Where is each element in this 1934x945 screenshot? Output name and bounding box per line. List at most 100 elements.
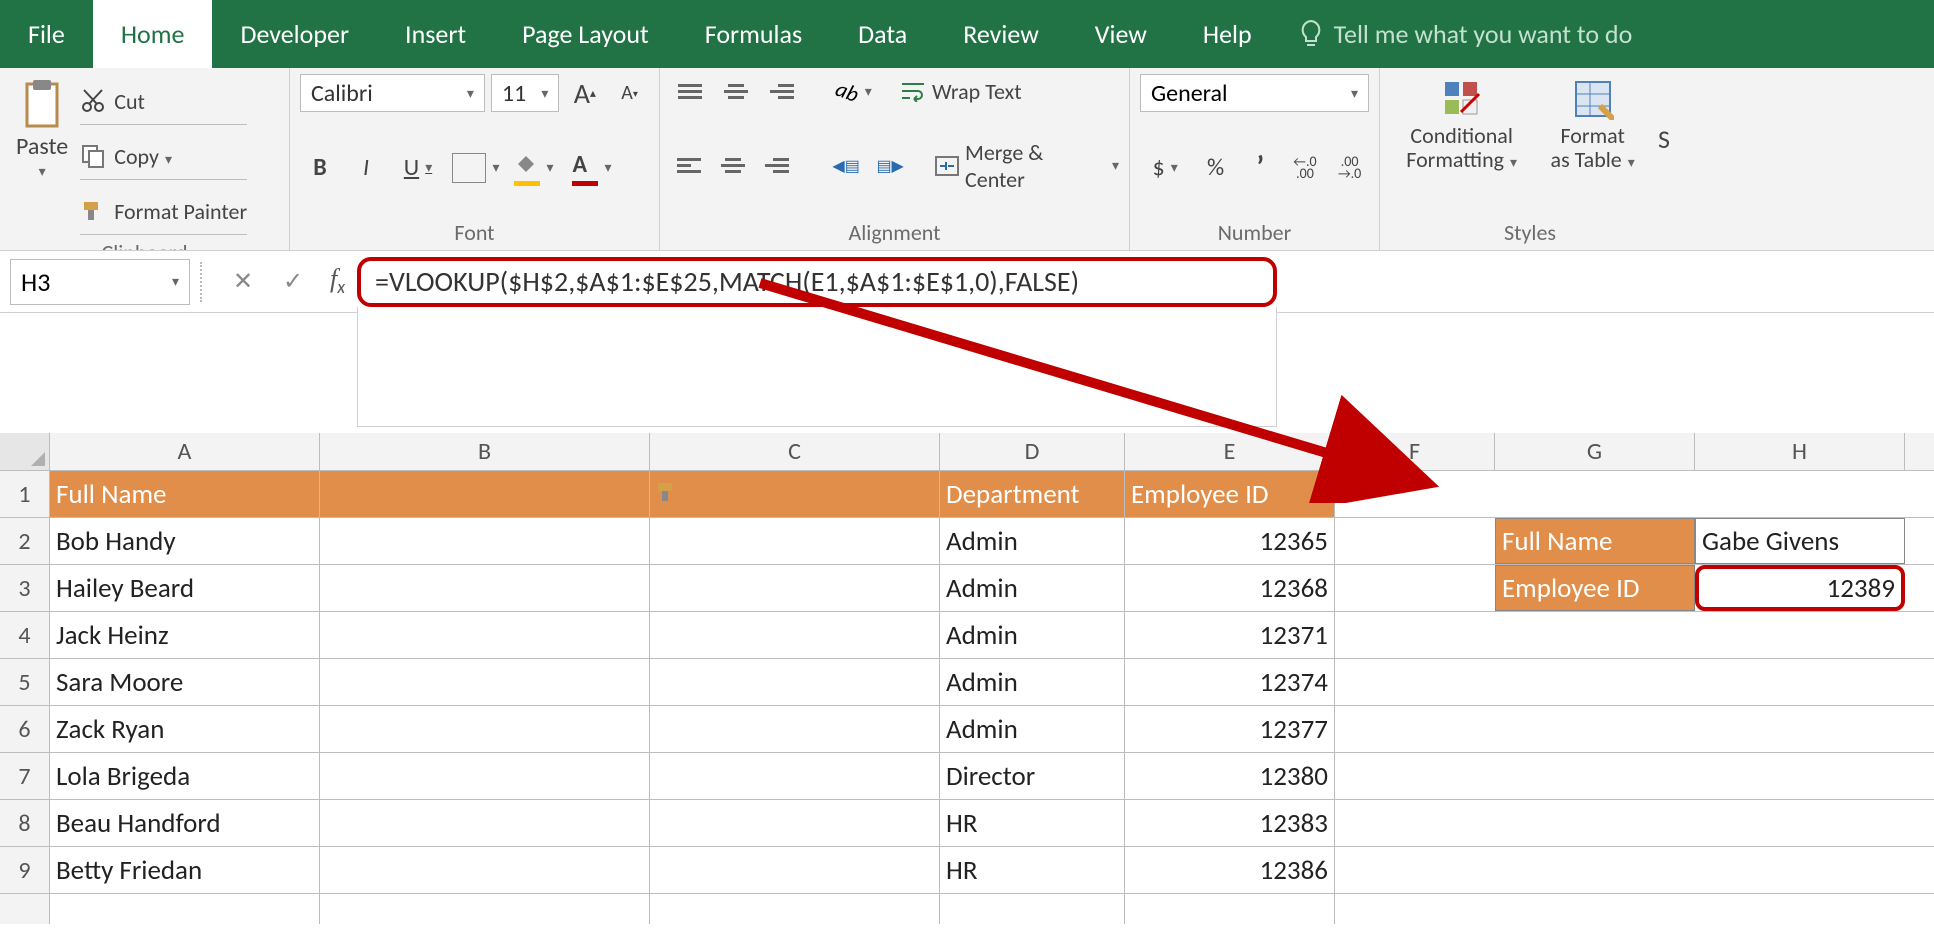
cell-E2[interactable]: 12365 [1125, 518, 1335, 564]
cell-D1[interactable]: Department [940, 471, 1125, 517]
cell-H4[interactable] [1695, 612, 1905, 658]
wrap-text-button[interactable]: Wrap Text [900, 74, 1022, 108]
cell-E4[interactable]: 12371 [1125, 612, 1335, 658]
cell-D8[interactable]: HR [940, 800, 1125, 846]
row-header[interactable]: 8 [0, 800, 50, 846]
cell-D2[interactable]: Admin [940, 518, 1125, 564]
fx-icon[interactable]: fx [330, 264, 345, 298]
decrease-indent-button[interactable]: ◀▤ [827, 149, 865, 183]
tab-data[interactable]: Data [830, 0, 935, 68]
row-header[interactable]: 2 [0, 518, 50, 564]
cell-H5[interactable] [1695, 659, 1905, 705]
cell-E8[interactable]: 12383 [1125, 800, 1335, 846]
align-left-button[interactable] [670, 149, 708, 183]
cell-F6[interactable] [1335, 706, 1495, 752]
cell-F2[interactable] [1335, 518, 1495, 564]
cell-D5[interactable]: Admin [940, 659, 1125, 705]
cell-G2[interactable]: Full Name [1495, 518, 1695, 564]
cell-F8[interactable] [1335, 800, 1495, 846]
cell-E5[interactable]: 12374 [1125, 659, 1335, 705]
row-header[interactable] [0, 894, 50, 924]
select-all-button[interactable] [0, 433, 50, 470]
tab-help[interactable]: Help [1175, 0, 1280, 68]
cell-F9[interactable] [1335, 847, 1495, 893]
increase-decimal-button[interactable]: ←.0.00 [1286, 149, 1325, 187]
align-middle-button[interactable] [716, 74, 756, 108]
tab-insert[interactable]: Insert [377, 0, 494, 68]
borders-button[interactable] [450, 149, 502, 187]
decrease-font-button[interactable]: A▾ [610, 74, 649, 112]
cell-B2[interactable] [320, 518, 650, 564]
decrease-decimal-button[interactable]: .00→.0 [1330, 149, 1369, 187]
cell-E1[interactable]: Employee ID [1125, 471, 1335, 517]
cell-B4[interactable] [320, 612, 650, 658]
dropdown-icon[interactable]: ▾ [172, 273, 179, 290]
col-header-C[interactable]: C [650, 433, 940, 470]
cell-C8[interactable] [650, 800, 940, 846]
cell[interactable] [1695, 894, 1905, 924]
cell-A5[interactable]: Sara Moore [50, 659, 320, 705]
cell-F1[interactable] [1335, 471, 1495, 517]
cell-G3[interactable]: Employee ID [1495, 565, 1695, 611]
cell-C7[interactable] [650, 753, 940, 799]
cell-F3[interactable] [1335, 565, 1495, 611]
increase-indent-button[interactable]: ▤▶ [871, 149, 909, 183]
cell-G1[interactable] [1495, 471, 1695, 517]
cell-F7[interactable] [1335, 753, 1495, 799]
cell-H9[interactable] [1695, 847, 1905, 893]
cell-E7[interactable]: 12380 [1125, 753, 1335, 799]
italic-button[interactable]: I [346, 149, 386, 187]
row-header[interactable]: 3 [0, 565, 50, 611]
cell-G5[interactable] [1495, 659, 1695, 705]
row-header[interactable]: 7 [0, 753, 50, 799]
row-header[interactable]: 1 [0, 471, 50, 517]
conditional-formatting-button[interactable]: Conditional Formatting [1390, 74, 1533, 179]
cell-E6[interactable]: 12377 [1125, 706, 1335, 752]
cell-A8[interactable]: Beau Handford [50, 800, 320, 846]
copy-button[interactable]: Copy [80, 133, 247, 180]
row-header[interactable]: 6 [0, 706, 50, 752]
cell-G4[interactable] [1495, 612, 1695, 658]
cell-E3[interactable]: 12368 [1125, 565, 1335, 611]
cell-A4[interactable]: Jack Heinz [50, 612, 320, 658]
orientation-button[interactable]: ab [834, 74, 874, 108]
tab-developer[interactable]: Developer [212, 0, 377, 68]
col-header-A[interactable]: A [50, 433, 320, 470]
cell-A9[interactable]: Betty Friedan [50, 847, 320, 893]
name-box[interactable]: H3▾ [10, 259, 190, 305]
cell-B3[interactable] [320, 565, 650, 611]
row-header[interactable]: 9 [0, 847, 50, 893]
cell-C2[interactable] [650, 518, 940, 564]
cell[interactable] [1335, 894, 1495, 924]
cell-C6[interactable] [650, 706, 940, 752]
number-format-select[interactable]: General▾ [1140, 74, 1369, 112]
cell-B1[interactable] [320, 471, 650, 517]
cell-G8[interactable] [1495, 800, 1695, 846]
align-top-button[interactable] [670, 74, 710, 108]
accounting-format-button[interactable]: $ [1140, 149, 1190, 187]
cell-H6[interactable] [1695, 706, 1905, 752]
cut-button[interactable]: Cut [80, 78, 247, 125]
tell-me-search[interactable]: Tell me what you want to do [1280, 0, 1633, 68]
row-header[interactable]: 5 [0, 659, 50, 705]
fill-color-button[interactable] [508, 149, 560, 187]
align-bottom-button[interactable] [762, 74, 802, 108]
cell-A2[interactable]: Bob Handy [50, 518, 320, 564]
align-right-button[interactable] [758, 149, 796, 183]
tab-file[interactable]: File [0, 0, 93, 68]
cell-B8[interactable] [320, 800, 650, 846]
paste-options-icon[interactable] [654, 479, 682, 507]
col-header-B[interactable]: B [320, 433, 650, 470]
tab-page-layout[interactable]: Page Layout [494, 0, 677, 68]
percent-button[interactable]: % [1196, 149, 1235, 187]
cell-B7[interactable] [320, 753, 650, 799]
cell-F4[interactable] [1335, 612, 1495, 658]
cell[interactable] [940, 894, 1125, 924]
cell-H3[interactable]: 12389 [1695, 565, 1905, 611]
cell-D7[interactable]: Director [940, 753, 1125, 799]
cell-F5[interactable] [1335, 659, 1495, 705]
cell[interactable] [1495, 894, 1695, 924]
cell-A6[interactable]: Zack Ryan [50, 706, 320, 752]
font-size-select[interactable]: 11▾ [491, 74, 560, 112]
cell-C9[interactable] [650, 847, 940, 893]
